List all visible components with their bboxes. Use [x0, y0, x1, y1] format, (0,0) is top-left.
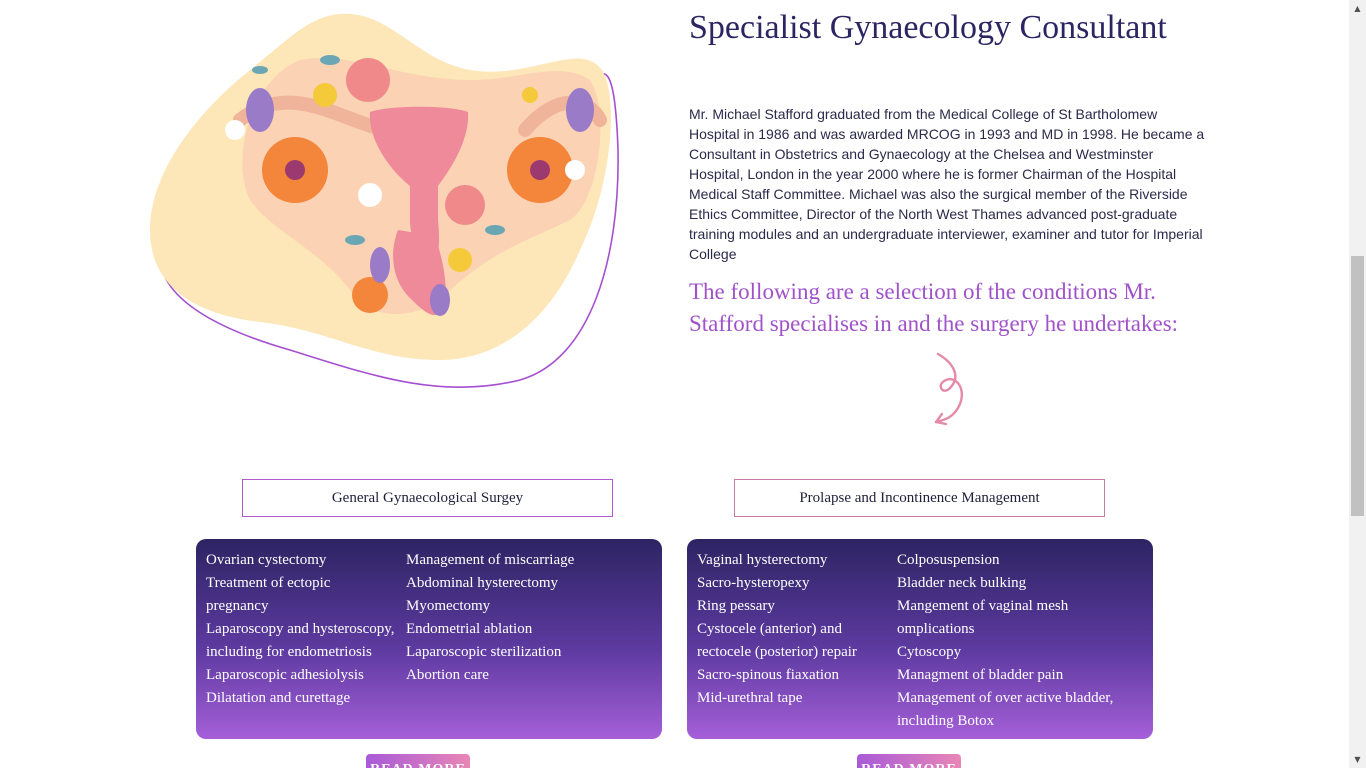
category-label-prolapse: Prolapse and Incontinence Management [734, 479, 1105, 517]
list-item: Abdominal hysterectomy [406, 575, 559, 591]
conditions-column: Management of miscarriage Abdominal hyst… [406, 549, 656, 739]
curly-arrow-icon [934, 352, 963, 426]
conditions-column: Ovarian cystectomy Treatment of ectopic … [206, 549, 406, 739]
vertical-scrollbar[interactable]: ▲ ▼ [1349, 0, 1366, 768]
list-item: Sacro-spinous fiaxation [697, 667, 840, 683]
read-more-button[interactable]: READ MORE [857, 754, 961, 768]
list-item: Colposuspension [897, 552, 1000, 568]
page-title: Specialist Gynaecology Consultant [689, 9, 1167, 46]
list-item: Management of over active bladder, inclu… [897, 690, 1114, 729]
list-item: Ovarian cystectomy [206, 552, 327, 568]
list-item: Mangement of vaginal mesh omplications [897, 598, 1069, 637]
list-item: Managment of bladder pain [897, 667, 1064, 683]
conditions-intro: The following are a selection of the con… [689, 279, 1179, 336]
list-item: Management of miscarriage [406, 552, 575, 568]
scroll-down-arrow-icon[interactable]: ▼ [1349, 751, 1366, 768]
conditions-column: Colposuspension Bladder neck bulking Man… [897, 549, 1147, 739]
list-item: Mid-urethral tape [697, 690, 803, 706]
list-item: Endometrial ablation [406, 621, 533, 637]
conditions-column: Vaginal hysterectomy Sacro-hysteropexy R… [697, 549, 897, 739]
list-item: Sacro-hysteropexy [697, 575, 810, 591]
list-item: Laparoscopic adhesiolysis [206, 667, 364, 683]
scrollbar-thumb[interactable] [1351, 256, 1364, 516]
uterus-floral-illustration [150, 13, 619, 389]
conditions-panel-prolapse: Vaginal hysterectomy Sacro-hysteropexy R… [687, 539, 1153, 739]
list-item: Bladder neck bulking [897, 575, 1027, 591]
list-item: Abortion care [406, 667, 489, 683]
page: Specialist Gynaecology Consultant Mr. Mi… [0, 0, 1349, 768]
bio-paragraph: Mr. Michael Stafford graduated from the … [689, 106, 1205, 262]
category-label-general: General Gynaecological Surgey [242, 479, 613, 517]
list-item: Treatment of ectopic pregnancy [206, 575, 331, 614]
list-item: Cytoscopy [897, 644, 962, 660]
list-item: Dilatation and curettage [206, 690, 351, 706]
list-item: Myomectomy [406, 598, 491, 614]
read-more-button[interactable]: READ MORE [366, 754, 470, 768]
scroll-up-arrow-icon[interactable]: ▲ [1349, 0, 1366, 17]
conditions-panel-general: Ovarian cystectomy Treatment of ectopic … [196, 539, 662, 739]
list-item: Laparoscopic sterilization [406, 644, 562, 660]
list-item: Laparoscopy and hysteroscopy, including … [206, 621, 395, 660]
list-item: Ring pessary [697, 598, 775, 614]
list-item: Cystocele (anterior) and rectocele (post… [697, 621, 857, 660]
list-item: Vaginal hysterectomy [697, 552, 828, 568]
